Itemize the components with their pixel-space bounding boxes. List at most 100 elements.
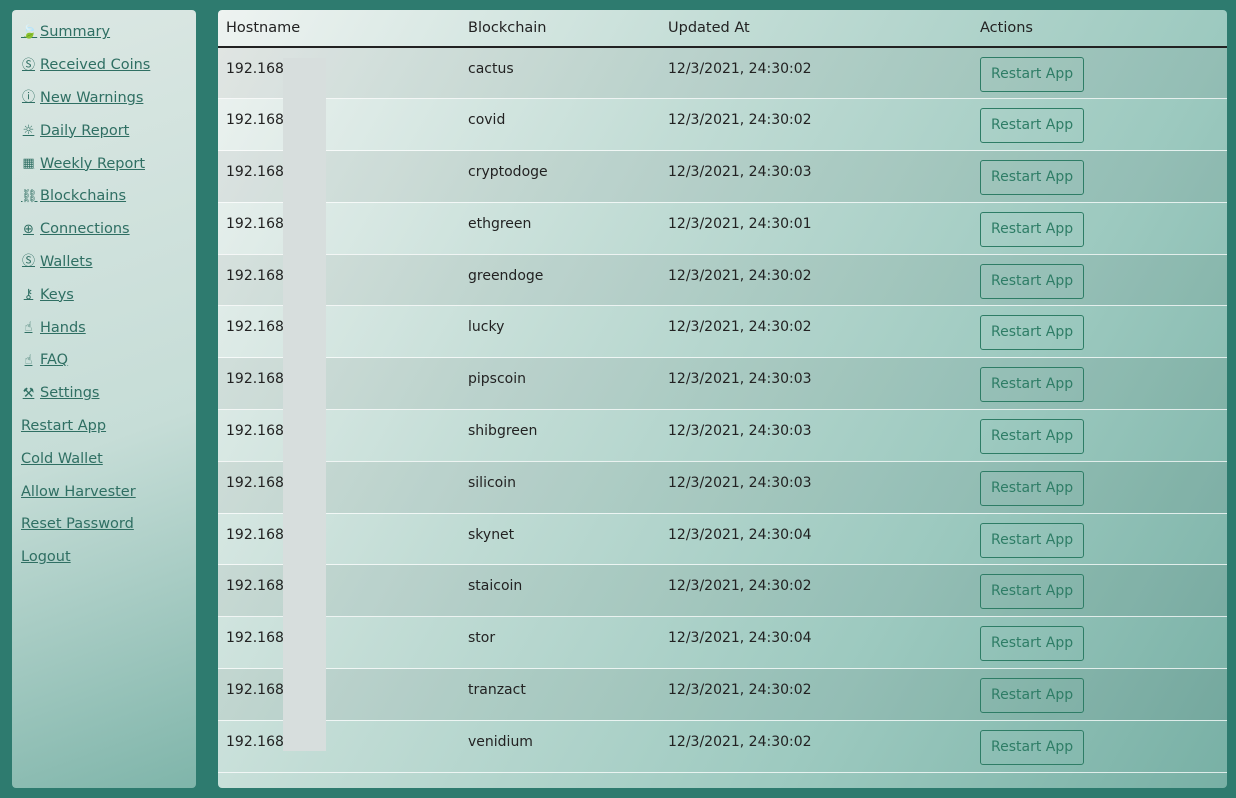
restart-app-button[interactable]: Restart App — [980, 729, 1085, 765]
table-row: 192.168.1 covid 12/3/2021, 24:30:02 Restart… — [218, 98, 1227, 152]
sidebar-item-label: FAQ — [40, 352, 69, 369]
table-row: 192.168.1 staicoin 12/3/2021, 24:30:02 Rest… — [218, 564, 1227, 618]
restart-app-button[interactable]: Restart App — [980, 367, 1085, 403]
sidebar-item-label: New Warnings — [40, 89, 144, 106]
sidebar-item-received-coins[interactable]: Ⓢ Received Coins — [21, 49, 196, 82]
sidebar-item-keys[interactable]: ⚷ Keys — [21, 278, 196, 311]
wrench-icon: ⚒ — [22, 385, 35, 401]
actions-cell: Restart App — [972, 616, 1227, 670]
sidebar-nav: 🍃 Summary Ⓢ Received Coins ⓘ New Warnings ☼ Dai… — [12, 10, 196, 788]
table-row: 192.168.1 venidium 12/3/2021, 24:30:02 Rest… — [218, 720, 1227, 773]
sidebar-item-label: Connections — [40, 221, 130, 238]
restart-app-button[interactable]: Restart App — [980, 419, 1085, 455]
hostname-cell: 192.168.1 — [218, 254, 460, 307]
hostname-cell: 192.168.1 — [218, 668, 460, 721]
actions-cell: Restart App — [972, 47, 1227, 100]
sidebar-item-label: Cold Wallet — [21, 450, 103, 467]
updated-at-cell: 12/3/2021, 24:30:03 — [660, 409, 972, 462]
hostname-cell: 192.168.1 — [218, 564, 460, 618]
actions-cell: Restart App — [972, 202, 1227, 255]
restart-app-button[interactable]: Restart App — [980, 108, 1085, 144]
sidebar-item-label: Summary — [40, 24, 111, 41]
sun-icon: ☼ — [22, 123, 35, 139]
actions-cell: Restart App — [972, 461, 1227, 514]
table-row: 192.168.1 shibgreen 12/3/2021, 24:30:03 Res… — [218, 409, 1227, 462]
restart-app-button[interactable]: Restart App — [980, 470, 1085, 506]
table-row: 192.168.1 skynet 12/3/2021, 24:30:04 Restar… — [218, 513, 1227, 566]
sidebar-item-blockchains[interactable]: ⛓ Blockchains — [21, 180, 196, 213]
blockchain-cell: cactus — [460, 47, 660, 100]
blockchain-cell: covid — [460, 98, 660, 152]
hostname-cell: 192.168.1 — [218, 98, 460, 152]
workers-table: Hostname Blockchain Updated At Actions 1… — [218, 10, 1227, 773]
table-row: 192.168.1 lucky 12/3/2021, 24:30:02 Restart… — [218, 305, 1227, 359]
sidebar-item-label: Received Coins — [40, 57, 151, 74]
sidebar-item-allow-harvester[interactable]: Allow Harvester — [21, 475, 196, 508]
actions-cell: Restart App — [972, 150, 1227, 203]
header-actions: Actions — [972, 10, 1227, 48]
hostname-cell: 192.168.1 — [218, 616, 460, 670]
key-icon: ⚷ — [23, 287, 34, 303]
table-row: 192.168.1 cryptodoge 12/3/2021, 24:30:03 Re… — [218, 150, 1227, 203]
updated-at-cell: 12/3/2021, 24:30:03 — [660, 150, 972, 203]
coin-icon: Ⓢ — [21, 57, 35, 73]
actions-cell: Restart App — [972, 305, 1227, 359]
restart-app-button[interactable]: Restart App — [980, 574, 1085, 610]
sidebar-item-label: Allow Harvester — [21, 483, 136, 500]
blockchain-cell: pipscoin — [460, 357, 660, 411]
sidebar-item-new-warnings[interactable]: ⓘ New Warnings — [21, 82, 196, 115]
blockchain-cell: shibgreen — [460, 409, 660, 462]
blockchain-cell: venidium — [460, 720, 660, 773]
leaf-icon: 🍃 — [21, 24, 38, 40]
restart-app-button[interactable]: Restart App — [980, 160, 1085, 196]
restart-app-button[interactable]: Restart App — [980, 263, 1085, 299]
calendar-icon: ▦ — [22, 156, 35, 172]
table-row: 192.168.1 stor 12/3/2021, 24:30:04 Restart … — [218, 616, 1227, 670]
blockchain-cell: ethgreen — [460, 202, 660, 255]
sidebar-item-label: Settings — [40, 385, 100, 402]
updated-at-cell: 12/3/2021, 24:30:02 — [660, 720, 972, 773]
sidebar-item-wallets[interactable]: Ⓢ Wallets — [21, 246, 196, 279]
link-icon: ⛓ — [21, 188, 38, 204]
sidebar-item-connections[interactable]: ⊕ Connections — [21, 213, 196, 246]
blockchain-cell: skynet — [460, 513, 660, 566]
updated-at-cell: 12/3/2021, 24:30:03 — [660, 461, 972, 514]
hostname-cell: 192.168.1 — [218, 47, 460, 100]
sidebar-item-settings[interactable]: ⚒ Settings — [21, 377, 196, 410]
sidebar-item-weekly-report[interactable]: ▦ Weekly Report — [21, 147, 196, 180]
redaction-block — [283, 58, 326, 751]
hostname-cell: 192.168.1 — [218, 150, 460, 203]
restart-app-button[interactable]: Restart App — [980, 315, 1085, 351]
actions-cell: Restart App — [972, 668, 1227, 721]
table-row: 192.168.1 greendoge 12/3/2021, 24:30:02 Res… — [218, 254, 1227, 307]
sidebar-item-reset-password[interactable]: Reset Password — [21, 508, 196, 541]
sidebar-item-hands[interactable]: ☝ Hands — [21, 311, 196, 344]
blockchain-cell: cryptodoge — [460, 150, 660, 203]
blockchain-cell: stor — [460, 616, 660, 670]
blockchain-cell: silicoin — [460, 461, 660, 514]
sidebar-item-logout[interactable]: Logout — [21, 541, 196, 574]
blockchain-cell: greendoge — [460, 254, 660, 307]
hostname-cell: 192.168.1 — [218, 461, 460, 514]
hostname-cell: 192.168.1 — [218, 357, 460, 411]
sidebar-item-daily-report[interactable]: ☼ Daily Report — [21, 114, 196, 147]
faq-icon: ☝ — [24, 352, 33, 368]
hostname-cell: 192.168.1 — [218, 202, 460, 255]
sidebar-item-summary[interactable]: 🍃 Summary — [21, 16, 196, 49]
restart-app-button[interactable]: Restart App — [980, 678, 1085, 714]
restart-app-button[interactable]: Restart App — [980, 57, 1085, 92]
restart-app-button[interactable]: Restart App — [980, 626, 1085, 662]
sidebar-item-restart-app[interactable]: Restart App — [21, 410, 196, 443]
table-row: 192.168.1 ethgreen 12/3/2021, 24:30:01 Rest… — [218, 202, 1227, 255]
sidebar-item-label: Hands — [40, 319, 86, 336]
restart-app-button[interactable]: Restart App — [980, 522, 1085, 558]
actions-cell: Restart App — [972, 720, 1227, 773]
sidebar-item-label: Logout — [21, 549, 71, 566]
sidebar-item-cold-wallet[interactable]: Cold Wallet — [21, 442, 196, 475]
sidebar-item-faq[interactable]: ☝ FAQ — [21, 344, 196, 377]
hostname-cell: 192.168.1 — [218, 720, 460, 773]
restart-app-button[interactable]: Restart App — [980, 211, 1085, 247]
sidebar-item-label: Keys — [40, 286, 74, 303]
blockchain-cell: staicoin — [460, 564, 660, 618]
actions-cell: Restart App — [972, 513, 1227, 566]
